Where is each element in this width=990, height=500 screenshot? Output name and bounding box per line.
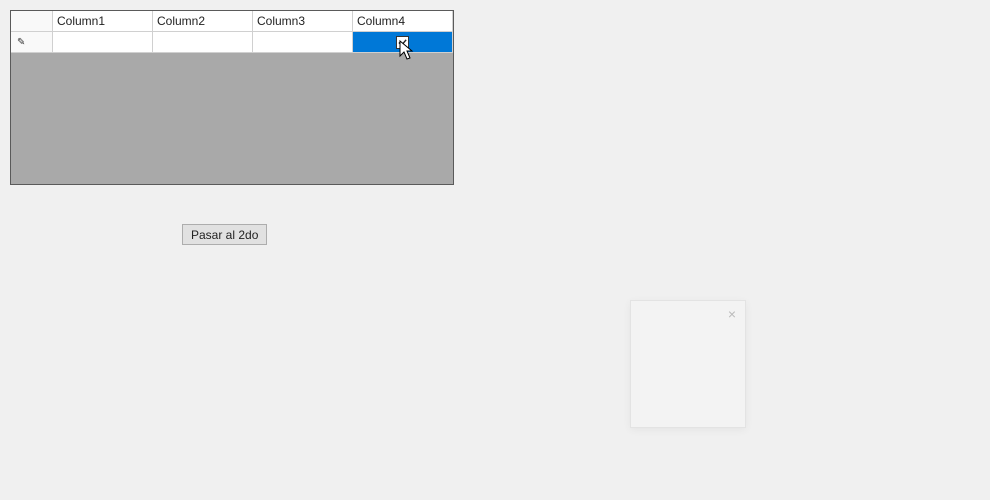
grid-cell[interactable] [253, 32, 353, 52]
pencil-icon: ✎ [17, 37, 25, 48]
column-header[interactable]: Column2 [153, 11, 253, 31]
column-header[interactable]: Column4 [353, 11, 453, 31]
grid-header-row: Column1 Column2 Column3 Column4 [11, 11, 453, 32]
grid-data-row[interactable]: ✎ [11, 32, 453, 53]
popup-titlebar: × [631, 301, 745, 329]
row-header-edit[interactable]: ✎ [11, 32, 53, 52]
grid-cell-selected[interactable] [353, 32, 453, 52]
popup-window[interactable]: × [630, 300, 746, 428]
column-header[interactable]: Column3 [253, 11, 353, 31]
close-icon[interactable]: × [723, 305, 741, 323]
column-header[interactable]: Column1 [53, 11, 153, 31]
pasar-al-2do-button[interactable]: Pasar al 2do [182, 224, 267, 245]
grid-cell[interactable] [53, 32, 153, 52]
data-grid[interactable]: Column1 Column2 Column3 Column4 ✎ [10, 10, 454, 185]
grid-corner-cell[interactable] [11, 11, 53, 31]
grid-cell[interactable] [153, 32, 253, 52]
checkbox-icon[interactable] [396, 36, 409, 49]
